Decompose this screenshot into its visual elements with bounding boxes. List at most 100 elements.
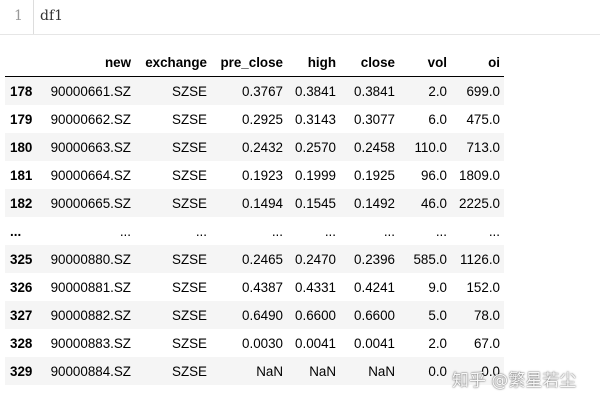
column-header: oi: [451, 48, 504, 77]
table-cell: 0.1494: [242, 195, 283, 211]
table-cell: ...: [435, 223, 447, 239]
table-cell: 90000662.SZ: [50, 111, 131, 127]
table-cell: ...: [383, 223, 395, 239]
table-row: 179 90000662.SZ SZSE 0.2925 0.3143 0.3077 6.0 4…: [5, 105, 504, 133]
table-cell: 96.0: [420, 167, 447, 183]
table-cell: SZSE: [172, 307, 207, 323]
table-cell: 90000880.SZ: [50, 251, 131, 267]
table-cell: 0.3841: [295, 83, 336, 99]
table-row: 326 90000881.SZ SZSE 0.4387 0.4331 0.4241 9.0 1…: [5, 273, 504, 301]
table-cell: ...: [488, 223, 500, 239]
line-number: 1: [14, 8, 23, 24]
row-index: 179: [10, 111, 33, 127]
table-cell: SZSE: [172, 363, 207, 379]
column-header: close: [340, 48, 399, 77]
table-cell: 2.0: [428, 83, 447, 99]
table-cell: SZSE: [172, 139, 207, 155]
table-cell: ...: [271, 223, 283, 239]
table-cell: 6.0: [428, 111, 447, 127]
table-cell: ...: [119, 223, 131, 239]
gutter-divider: [33, 0, 34, 34]
table-cell: 90000882.SZ: [50, 307, 131, 323]
output-area: new exchange pre_close high close vol oi…: [5, 48, 504, 385]
table-cell: 0.2570: [295, 139, 336, 155]
table-row: 182 90000665.SZ SZSE 0.1494 0.1545 0.1492 46.0…: [5, 189, 504, 217]
table-cell: 0.4387: [242, 279, 283, 295]
table-row: 328 90000883.SZ SZSE 0.0030 0.0041 0.0041 2.0 6…: [5, 329, 504, 357]
table-cell: 0.1492: [354, 195, 395, 211]
table-cell: SZSE: [172, 83, 207, 99]
table-cell: 0.0041: [354, 335, 395, 351]
table-cell: SZSE: [172, 279, 207, 295]
table-cell: 152.0: [466, 279, 500, 295]
table-cell: 0.0: [428, 363, 447, 379]
table-row: 178 90000661.SZ SZSE 0.3767 0.3841 0.3841 2.0 6…: [5, 76, 504, 105]
table-row: 180 90000663.SZ SZSE 0.2432 0.2570 0.2458 110.…: [5, 133, 504, 161]
table-cell: 46.0: [420, 195, 447, 211]
row-index: 329: [10, 363, 33, 379]
table-cell: 9.0: [428, 279, 447, 295]
table-cell: 67.0: [473, 335, 500, 351]
row-index: 180: [10, 139, 33, 155]
table-cell: 0.1999: [295, 167, 336, 183]
table-cell: 0.6490: [242, 307, 283, 323]
table-cell: 699.0: [466, 83, 500, 99]
table-cell: 0.3841: [354, 83, 395, 99]
row-index: 328: [10, 335, 33, 351]
table-row: 327 90000882.SZ SZSE 0.6490 0.6600 0.6600 5.0 7…: [5, 301, 504, 329]
table-cell: 713.0: [466, 139, 500, 155]
table-cell: 0.2458: [354, 139, 395, 155]
table-cell: 90000663.SZ: [50, 139, 131, 155]
table-cell: SZSE: [172, 251, 207, 267]
table-cell: 475.0: [466, 111, 500, 127]
table-cell: 0.2396: [354, 251, 395, 267]
table-cell: 0.6600: [295, 307, 336, 323]
table-cell: 90000665.SZ: [50, 195, 131, 211]
table-cell: 2.0: [428, 335, 447, 351]
table-cell: 0.6600: [354, 307, 395, 323]
table-cell: 0.4331: [295, 279, 336, 295]
code-text[interactable]: df1: [40, 8, 63, 24]
table-cell: 0.2465: [242, 251, 283, 267]
table-cell: 0.0030: [242, 335, 283, 351]
table-cell: 0.1923: [242, 167, 283, 183]
table-cell: 1126.0: [460, 251, 500, 267]
table-row: 325 90000880.SZ SZSE 0.2465 0.2470 0.2396 585.…: [5, 245, 504, 273]
table-cell: SZSE: [172, 335, 207, 351]
row-index: 182: [10, 195, 33, 211]
table-cell: 78.0: [473, 307, 500, 323]
table-cell: 0.1545: [295, 195, 336, 211]
code-cell[interactable]: 1 df1: [0, 0, 600, 35]
table-cell: 90000661.SZ: [50, 83, 131, 99]
row-index: ...: [10, 223, 22, 239]
row-index: 326: [10, 279, 33, 295]
table-cell: SZSE: [172, 167, 207, 183]
table-cell: NaN: [368, 363, 395, 379]
table-cell: 0.3143: [295, 111, 336, 127]
table-cell: 0.4241: [354, 279, 395, 295]
dataframe-table: new exchange pre_close high close vol oi…: [5, 48, 504, 385]
column-header: new: [45, 48, 135, 77]
table-cell: 0.3077: [354, 111, 395, 127]
table-cell: 90000881.SZ: [50, 279, 131, 295]
column-header: pre_close: [211, 48, 287, 77]
header-row: new exchange pre_close high close vol oi: [5, 48, 504, 77]
row-index: 325: [10, 251, 33, 267]
table-cell: 0.3767: [242, 83, 283, 99]
row-index: 181: [10, 167, 33, 183]
table-cell: NaN: [256, 363, 283, 379]
row-index: 178: [10, 83, 33, 99]
table-cell: SZSE: [172, 195, 207, 211]
watermark: 知乎 @繁星若尘: [452, 371, 577, 391]
table-cell: 90000664.SZ: [50, 167, 131, 183]
table-cell: 585.0: [413, 251, 447, 267]
row-index: 327: [10, 307, 33, 323]
table-cell: ...: [195, 223, 207, 239]
column-header: vol: [399, 48, 451, 77]
table-cell: NaN: [309, 363, 336, 379]
table-cell: 0.2925: [242, 111, 283, 127]
table-cell: 5.0: [428, 307, 447, 323]
index-header: [5, 48, 45, 77]
table-row: 181 90000664.SZ SZSE 0.1923 0.1999 0.1925 96.0…: [5, 161, 504, 189]
table-cell: ...: [324, 223, 336, 239]
